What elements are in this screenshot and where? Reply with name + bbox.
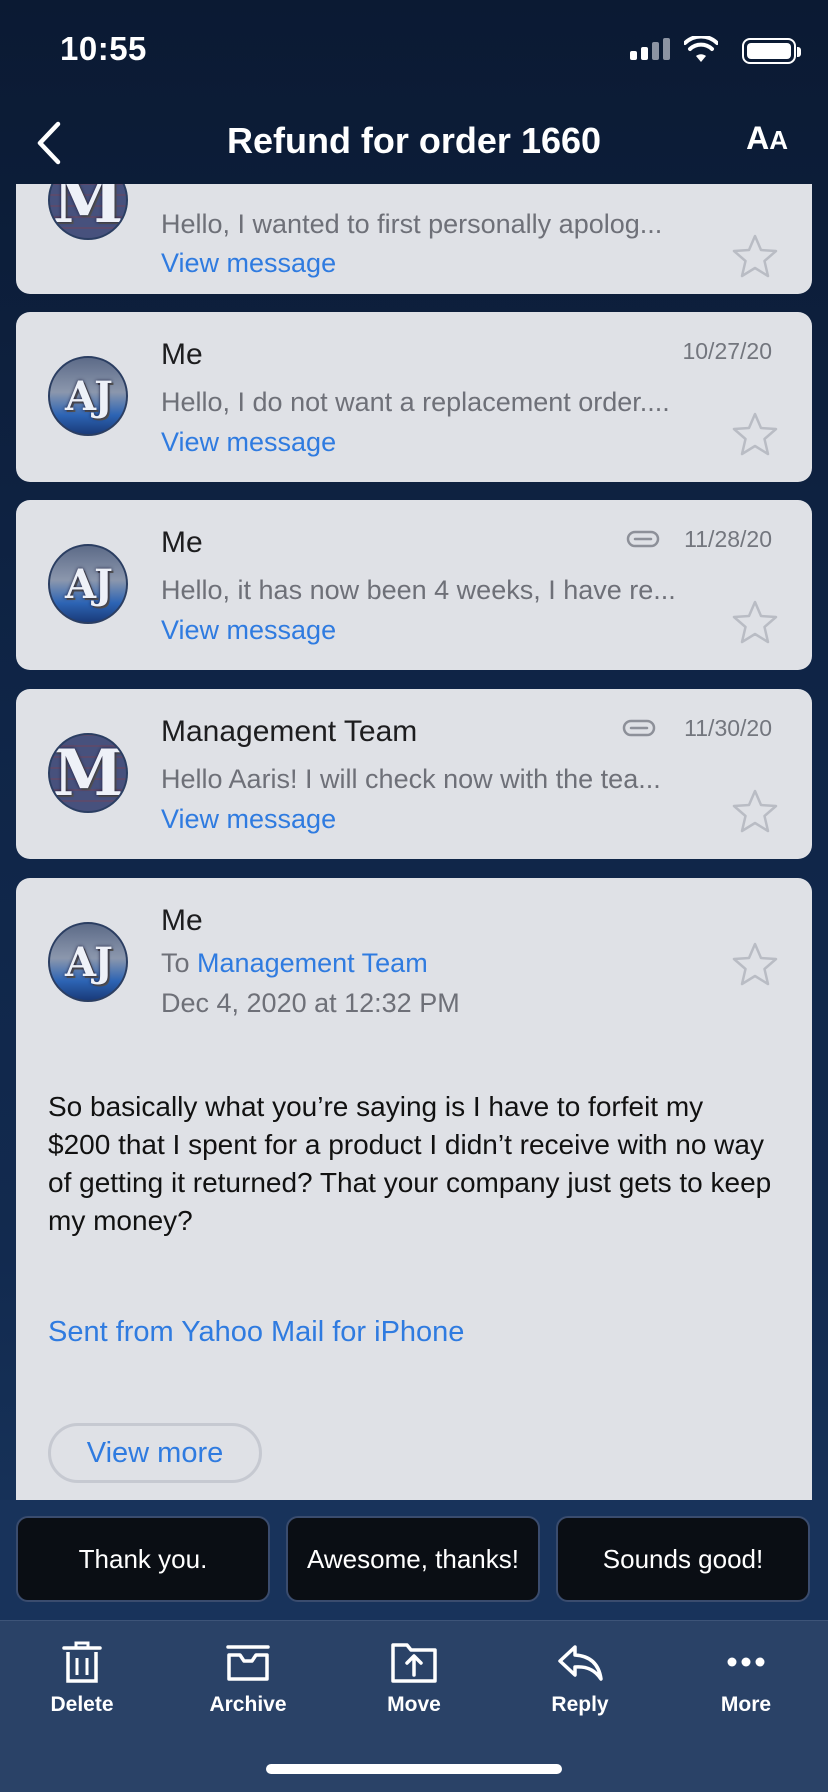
wifi-icon <box>684 36 718 62</box>
avatar: M <box>48 184 128 240</box>
view-message-link[interactable]: View message <box>161 248 336 279</box>
message-snippet: Hello, I wanted to first personally apol… <box>161 209 663 239</box>
paperclip-icon <box>622 719 656 737</box>
message-snippet: Hello, I do not want a replacement order… <box>161 387 670 417</box>
star-icon[interactable] <box>730 940 780 990</box>
view-message-link[interactable]: View message <box>161 615 336 646</box>
status-time: 10:55 <box>60 30 147 67</box>
star-icon[interactable] <box>730 410 780 460</box>
delete-button[interactable]: Delete <box>17 1639 147 1717</box>
nav-bar: Refund for order 1660 AA <box>0 100 828 184</box>
status-bar: 10:55 <box>0 0 828 100</box>
trash-icon <box>62 1641 102 1683</box>
move-folder-icon <box>391 1643 437 1683</box>
avatar: M <box>48 733 128 813</box>
quick-reply-awesome-thanks[interactable]: Awesome, thanks! <box>286 1516 540 1602</box>
archive-icon <box>226 1645 270 1681</box>
move-button[interactable]: Move <box>349 1639 479 1717</box>
message-full-date: Dec 4, 2020 at 12:32 PM <box>161 988 460 1018</box>
avatar: AJ <box>48 544 128 624</box>
avatar: AJ <box>48 356 128 436</box>
avatar: AJ <box>48 922 128 1002</box>
view-more-button[interactable]: View more <box>48 1423 262 1483</box>
quick-reply-thank-you[interactable]: Thank you. <box>16 1516 270 1602</box>
message-sender: Me <box>161 904 203 937</box>
message-card[interactable]: AJ Me 10/27/20 Hello, I do not want a re… <box>16 312 812 482</box>
message-card[interactable]: M Hello, I wanted to first personally ap… <box>16 184 812 294</box>
more-dots-icon <box>727 1657 765 1667</box>
star-icon[interactable] <box>730 232 780 282</box>
star-icon[interactable] <box>730 787 780 837</box>
reply-arrow-icon <box>558 1645 603 1681</box>
star-icon[interactable] <box>730 598 780 648</box>
message-snippet: Hello Aaris! I will check now with the t… <box>161 764 661 794</box>
message-date: 11/28/20 <box>684 526 772 552</box>
battery-icon <box>742 38 801 64</box>
home-indicator[interactable] <box>266 1764 562 1774</box>
cellular-signal-icon <box>630 38 670 60</box>
message-date: 10/27/20 <box>682 338 772 364</box>
signature-link[interactable]: Sent from Yahoo Mail for iPhone <box>48 1316 464 1349</box>
message-sender: Management Team <box>161 715 418 748</box>
text-size-button[interactable]: AA <box>746 120 788 157</box>
message-body: So basically what you’re saying is I hav… <box>48 1091 772 1236</box>
recipient-line: To Management Team <box>161 948 428 978</box>
paperclip-icon <box>626 530 660 548</box>
page-title: Refund for order 1660 <box>226 120 602 161</box>
message-thread[interactable]: M Hello, I wanted to first personally ap… <box>16 184 812 1500</box>
quick-replies-bar: Thank you. Awesome, thanks! Sounds good! <box>0 1500 828 1620</box>
message-snippet: Hello, it has now been 4 weeks, I have r… <box>161 575 676 605</box>
view-message-link[interactable]: View message <box>161 427 336 458</box>
open-message-card: AJ Me To Management Team Dec 4, 2020 at … <box>16 878 812 1500</box>
reply-button[interactable]: Reply <box>515 1639 645 1717</box>
quick-reply-sounds-good[interactable]: Sounds good! <box>556 1516 810 1602</box>
archive-button[interactable]: Archive <box>183 1639 313 1717</box>
message-date: 11/30/20 <box>684 715 772 741</box>
message-card[interactable]: AJ Me 11/28/20 Hello, it has now been 4 … <box>16 500 812 670</box>
view-message-link[interactable]: View message <box>161 804 336 835</box>
message-sender: Me <box>161 526 203 559</box>
message-card[interactable]: M Management Team 11/30/20 Hello Aaris! … <box>16 689 812 859</box>
message-sender: Me <box>161 338 203 371</box>
more-button[interactable]: More <box>681 1639 811 1717</box>
recipient-link[interactable]: Management Team <box>197 948 428 978</box>
